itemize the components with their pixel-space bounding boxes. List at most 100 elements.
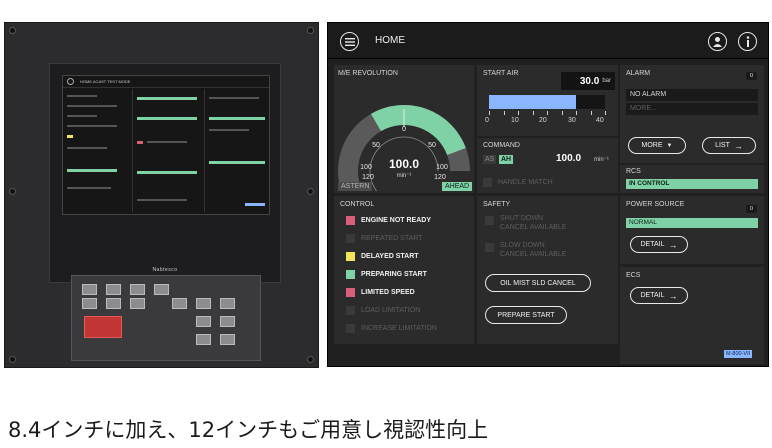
alarm-more-row: MORE... (626, 103, 758, 115)
tick-label: 100 (360, 164, 372, 171)
control-item-label: DELAYED START (361, 253, 419, 260)
alarm-status: NO ALARM (630, 91, 667, 98)
control-item: PREPARING START (346, 270, 427, 279)
astern-indicator: ASTERN (338, 182, 373, 191)
revolution-unit: min⁻¹ (397, 173, 412, 179)
rcs-status: IN CONTROL (626, 179, 758, 189)
prepare-start-button[interactable]: PREPARE START (485, 306, 567, 324)
status-square-icon (346, 216, 355, 225)
control-item-label: ENGINE NOT READY (361, 217, 432, 224)
control-item: ENGINE NOT READY (346, 216, 431, 225)
tick-mark (503, 111, 505, 115)
mini-screen: HOME ACAST TEST MODE (62, 75, 270, 215)
screw-icon (307, 27, 314, 34)
alarm-title: ALARM (626, 70, 651, 77)
alarm-count: 0 (746, 72, 758, 80)
command-unit: min⁻¹ (594, 157, 609, 163)
revolution-gauge: 0 50 50 100 100 120 120 100.0 min⁻¹ (338, 105, 470, 191)
alarm-panel: ALARM 0 NO ALARM MORE... MORE ▼ LIST → (620, 65, 764, 163)
status-square-icon (346, 288, 355, 297)
menu-icon (344, 37, 355, 46)
info-button[interactable] (738, 32, 757, 51)
caption: 8.4インチに加え、12インチもご用意し視認性向上 (8, 418, 489, 442)
control-item: REPEATED START (346, 234, 422, 243)
start-air-bar-track (489, 95, 605, 109)
ah-indicator: AH (499, 155, 514, 164)
page-title: HOME (375, 35, 405, 46)
keypad (71, 275, 261, 361)
ecs-title: ECS (626, 272, 641, 279)
screw-icon (307, 356, 314, 363)
screw-icon (307, 188, 314, 195)
power-source-count: 0 (746, 205, 758, 213)
mini-col-left (63, 89, 133, 212)
ahead-indicator: AHEAD (442, 182, 473, 191)
mini-tabs: HOME ACAST TEST MODE (80, 79, 131, 84)
power-source-panel: POWER SOURCE 0 NORMAL DETAIL → (620, 196, 764, 264)
handle-match-indicator (483, 178, 492, 187)
axis-label: 30 (568, 117, 576, 124)
tick-label: 120 (434, 174, 446, 181)
tick-mark (605, 111, 606, 115)
safety-panel: SAFETY SHUT DOWN CANCEL AVAILABLE SLOW D… (477, 196, 618, 344)
tick-mark (576, 111, 577, 115)
more-button[interactable]: MORE ▼ (628, 137, 686, 154)
menu-button[interactable] (340, 32, 359, 51)
ecs-detail-button[interactable]: DETAIL → (630, 287, 688, 304)
status-square-icon (346, 270, 355, 279)
mini-menu-icon (67, 78, 74, 85)
alarm-more-text: MORE... (630, 105, 657, 112)
user-button[interactable] (708, 32, 727, 51)
model-label: M-800-VII (724, 350, 753, 358)
arrow-right-icon: → (733, 140, 743, 151)
command-panel: COMMAND AS AH 100.0 min⁻¹ HANDLE MATCH (477, 138, 618, 193)
tick-mark (532, 111, 534, 115)
status-square-icon (346, 306, 355, 315)
control-item-label: PREPARING START (361, 271, 427, 278)
power-source-status: NORMAL (626, 218, 758, 228)
tick-label: 50 (372, 142, 380, 149)
axis-label: 0 (485, 117, 489, 124)
handle-match-label: HANDLE MATCH (498, 179, 553, 186)
control-item: INCREASE LIMITATION (346, 324, 437, 333)
start-air-ticks (489, 111, 606, 115)
emergency-button (84, 316, 122, 338)
screw-icon (9, 27, 16, 34)
list-button[interactable]: LIST → (702, 137, 756, 154)
power-detail-button[interactable]: DETAIL → (630, 236, 688, 253)
control-item-label: INCREASE LIMITATION (361, 325, 437, 332)
mini-screen-header: HOME ACAST TEST MODE (63, 76, 269, 88)
handle-match-row: HANDLE MATCH (483, 178, 553, 187)
info-icon (746, 36, 749, 47)
revolution-value: 100.0 (389, 157, 419, 171)
brand-logo: Nabtesco (152, 267, 178, 273)
slow-down-sub: CANCEL AVAILABLE (500, 251, 567, 258)
mini-col-mid (133, 89, 205, 212)
start-air-panel: START AIR 30.0 bar 0 10 20 30 40 (477, 65, 618, 136)
command-title: COMMAND (483, 142, 520, 149)
list-label: LIST (715, 142, 730, 149)
as-indicator: AS (483, 155, 497, 164)
start-air-title: START AIR (483, 70, 519, 77)
tick-label: 120 (362, 174, 374, 181)
ecs-panel: ECS DETAIL → M-800-VII (620, 267, 764, 364)
axis-label: 10 (511, 117, 519, 124)
panel-bezel: HOME ACAST TEST MODE Nabtesco (49, 63, 281, 283)
control-item: LIMITED SPEED (346, 288, 415, 297)
oil-mist-label: OIL MIST SLD CANCEL (500, 279, 576, 287)
oil-mist-cancel-button[interactable]: OIL MIST SLD CANCEL (485, 274, 591, 292)
status-square-icon (346, 234, 355, 243)
slow-down-label: SLOW DOWN (500, 242, 545, 249)
detail-label: DETAIL (640, 241, 665, 248)
revolution-title: M/E REVOLUTION (338, 70, 398, 77)
screw-icon (9, 356, 16, 363)
revolution-panel: M/E REVOLUTION 0 50 50 100 100 120 120 1… (334, 65, 474, 193)
header-bar: HOME (328, 23, 768, 59)
tick-label: 50 (428, 142, 436, 149)
screw-icon (9, 188, 16, 195)
control-item-label: LOAD LIMITATION (361, 307, 421, 314)
tick-label: 0 (402, 126, 406, 133)
command-value: 100.0 (556, 153, 582, 164)
prepare-start-label: PREPARE START (497, 311, 555, 319)
rcs-title: RCS (626, 168, 641, 175)
